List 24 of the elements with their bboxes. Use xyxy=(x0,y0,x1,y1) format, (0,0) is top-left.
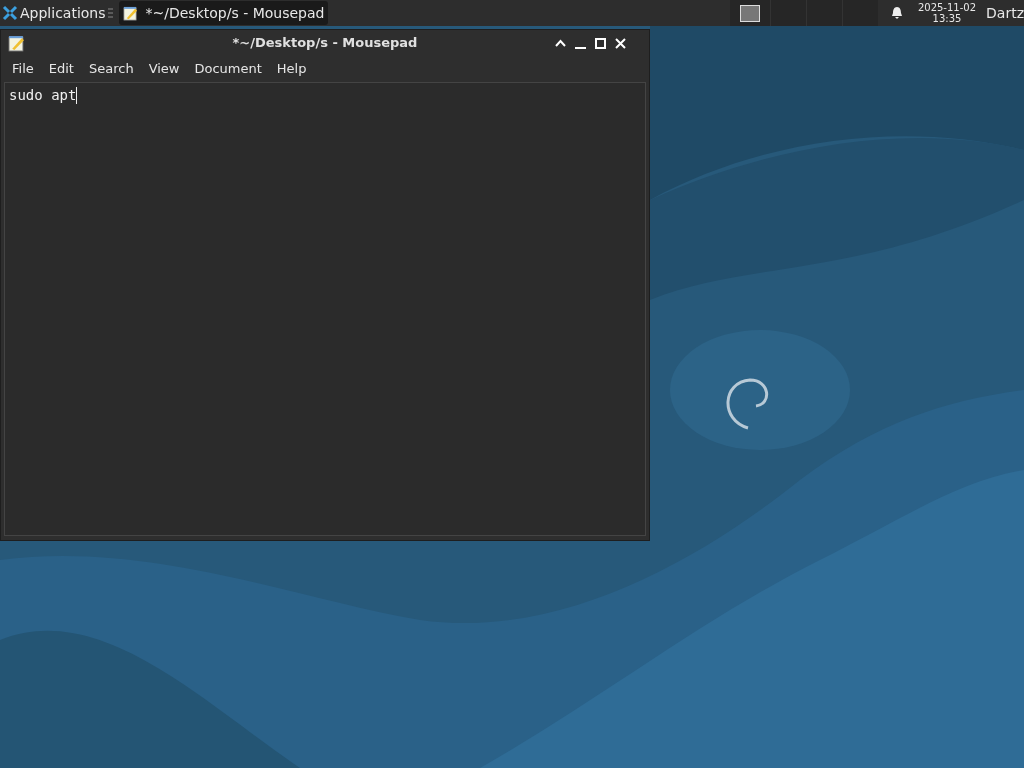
menu-item[interactable]: Document xyxy=(187,59,269,79)
close-icon[interactable] xyxy=(615,37,626,49)
menu-item[interactable]: Help xyxy=(269,59,314,79)
notepad-icon xyxy=(122,5,138,21)
maximize-icon[interactable] xyxy=(595,37,606,49)
menu-item[interactable]: View xyxy=(141,59,187,79)
menu-item[interactable]: Edit xyxy=(41,59,81,79)
applications-icon xyxy=(2,5,18,21)
workspace-switcher[interactable] xyxy=(729,0,878,26)
clock-date: 2025-11-02 xyxy=(917,2,977,13)
menu-item[interactable]: Search xyxy=(81,59,141,79)
handle-icon xyxy=(107,8,113,18)
window-title: *~/Desktop/s - Mousepad xyxy=(232,34,418,53)
user-name[interactable]: Dartz xyxy=(986,2,1024,24)
shade-icon[interactable] xyxy=(555,39,566,47)
menu-item[interactable]: File xyxy=(5,59,41,79)
notification-bell-icon[interactable] xyxy=(889,6,904,20)
text-editor[interactable]: sudo apt xyxy=(4,82,646,536)
window-thumbnail-icon xyxy=(739,4,760,22)
task-button[interactable]: *~/Desktop/s - Mousepad xyxy=(118,1,329,25)
notepad-icon xyxy=(8,34,25,52)
clock-time: 13:35 xyxy=(932,13,962,24)
applications-menu-button[interactable]: Applications xyxy=(0,0,106,26)
editor-text: sudo apt xyxy=(9,86,77,105)
